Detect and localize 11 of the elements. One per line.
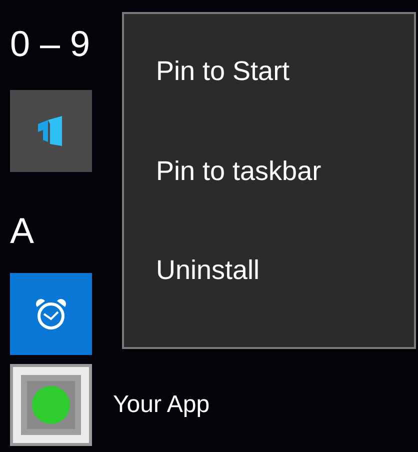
menu-item[interactable]: Pin to Start — [124, 48, 290, 148]
alarm-clock-icon — [34, 298, 68, 330]
app-tile[interactable] — [10, 364, 92, 446]
app-tile[interactable] — [10, 273, 92, 355]
group-header: A — [10, 209, 34, 253]
app-tile[interactable] — [10, 90, 92, 172]
building-icon — [38, 116, 64, 146]
group-header: 0 – 9 — [10, 22, 90, 66]
menu-item[interactable]: Uninstall — [124, 247, 260, 348]
menu-item[interactable]: Pin to taskbar — [124, 148, 322, 248]
app-name[interactable]: Your App — [113, 391, 210, 419]
